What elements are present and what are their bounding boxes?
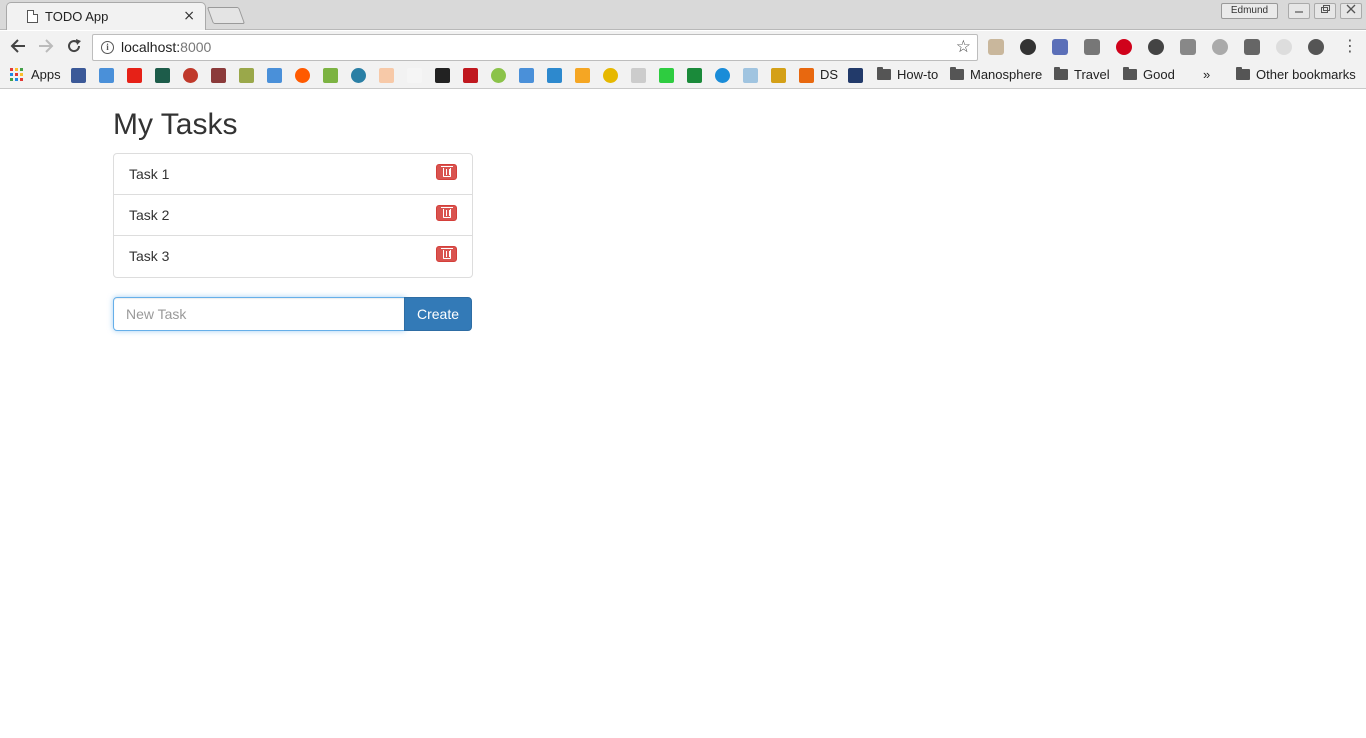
forward-button[interactable] [36,37,56,57]
page-icon [27,10,38,23]
bookmark-icon[interactable] [575,68,590,83]
minimize-icon [1295,11,1303,13]
bookmark-icon[interactable] [323,68,338,83]
new-tab-button[interactable] [206,7,246,24]
xda-icon[interactable] [379,68,394,83]
bookmark-ds[interactable]: DS [820,67,838,82]
wifi-icon[interactable] [743,68,758,83]
bars-icon[interactable] [519,68,534,83]
close-icon [1346,4,1356,14]
trash-icon [441,166,453,177]
bee-icon[interactable] [771,68,786,83]
bookmarks-overflow-button[interactable]: » [1203,67,1210,82]
delete-task-button[interactable] [436,246,457,262]
new-task-form: Create [113,297,472,331]
bookmark-folder-manosphere[interactable]: Manosphere [970,67,1042,82]
task-label: Task 2 [129,207,170,223]
bookmark-folder-good[interactable]: Good [1143,67,1175,82]
tab-close-icon[interactable]: × [183,8,195,24]
reload-button[interactable] [64,37,84,57]
facebook-icon[interactable] [71,68,86,83]
bookmark-icon[interactable] [155,68,170,83]
circle-icon[interactable] [1276,39,1292,55]
bitcoin-icon[interactable] [603,68,618,83]
url-text[interactable]: localhost:8000 [121,39,211,55]
trash-icon [441,248,453,259]
checkmark-icon[interactable] [659,68,674,83]
reload-icon [68,39,81,53]
browser-tabstrip: TODO App × Edmund [0,0,1366,30]
trash-icon [441,207,453,218]
bookmark-icon[interactable] [715,68,730,83]
task-label: Task 3 [129,248,170,264]
bookmark-icon[interactable] [267,68,282,83]
folder-icon [950,67,964,80]
x-icon[interactable] [799,68,814,83]
folder-icon [1236,67,1250,80]
forward-arrow-icon [39,39,54,53]
info-icon[interactable]: i [101,41,114,54]
task-list: Task 1 Task 2 Task 3 [113,153,473,278]
spy-icon[interactable] [1180,39,1196,55]
close-window-button[interactable] [1340,3,1362,19]
page-title: My Tasks [113,108,238,141]
new-task-input[interactable] [113,297,405,331]
gear-icon[interactable] [1020,39,1036,55]
adblock-icon[interactable] [1116,39,1132,55]
url-port: 8000 [180,39,212,55]
browser-tab-active[interactable]: TODO App × [6,2,206,30]
bookmark-icon[interactable] [211,68,226,83]
list-item: Task 3 [114,236,472,277]
list-item: Task 2 [114,195,472,236]
extension-icon[interactable] [988,39,1004,55]
folder-icon [877,67,891,80]
bookmark-icon[interactable] [547,68,562,83]
browser-toolbar: i localhost:8000 ☆ ⋮ [0,31,1366,63]
restore-icon [1321,5,1330,13]
bookmark-icon[interactable] [631,68,646,83]
wellsfargo-icon[interactable] [463,68,478,83]
address-bar[interactable]: i localhost:8000 ☆ [92,34,978,61]
bookmark-apps[interactable]: Apps [31,67,61,82]
amazon-icon[interactable] [407,68,422,83]
create-button[interactable]: Create [404,297,472,331]
hand-icon[interactable] [1084,39,1100,55]
leaf-icon[interactable] [491,68,506,83]
mail-icon[interactable] [99,68,114,83]
back-button[interactable] [8,37,28,57]
restore-button[interactable] [1314,3,1336,19]
bookmark-icon[interactable] [351,68,366,83]
menu-icon[interactable]: ⋮ [1342,38,1358,54]
list-item: Task 1 [114,154,472,195]
bookmark-folder-travel[interactable]: Travel [1074,67,1110,82]
folder-icon [1054,67,1068,80]
eyedropper-icon[interactable] [1052,39,1068,55]
bookmark-icon[interactable] [183,68,198,83]
globe-icon[interactable] [1308,39,1324,55]
profile-button[interactable]: Edmund [1221,3,1278,19]
bookmarks-bar: Apps DS How-to Manosphere Travel Good » … [0,63,1366,89]
folder-icon [1123,67,1137,80]
delete-task-button[interactable] [436,164,457,180]
bookmark-icon[interactable] [687,68,702,83]
settings-icon[interactable] [1212,39,1228,55]
bookmark-icon[interactable] [239,68,254,83]
jetbrains-icon[interactable] [1244,39,1260,55]
tab-title: TODO App [45,9,109,24]
sync-icon[interactable] [1148,39,1164,55]
back-arrow-icon [10,39,25,53]
page-content: My Tasks Task 1 Task 2 Task 3 Create [0,90,1366,738]
usa-icon[interactable] [435,68,450,83]
bookmark-other[interactable]: Other bookmarks [1256,67,1356,82]
minimize-button[interactable] [1288,3,1310,19]
delete-task-button[interactable] [436,205,457,221]
youtube-icon[interactable] [127,68,142,83]
bookmark-folder-howto[interactable]: How-to [897,67,938,82]
bookmark-icon[interactable] [848,68,863,83]
bookmark-star-icon[interactable]: ☆ [956,38,971,56]
apps-grid-icon[interactable] [10,68,24,82]
url-host: localhost: [121,39,181,55]
ars-icon[interactable] [295,68,310,83]
task-label: Task 1 [129,166,170,182]
